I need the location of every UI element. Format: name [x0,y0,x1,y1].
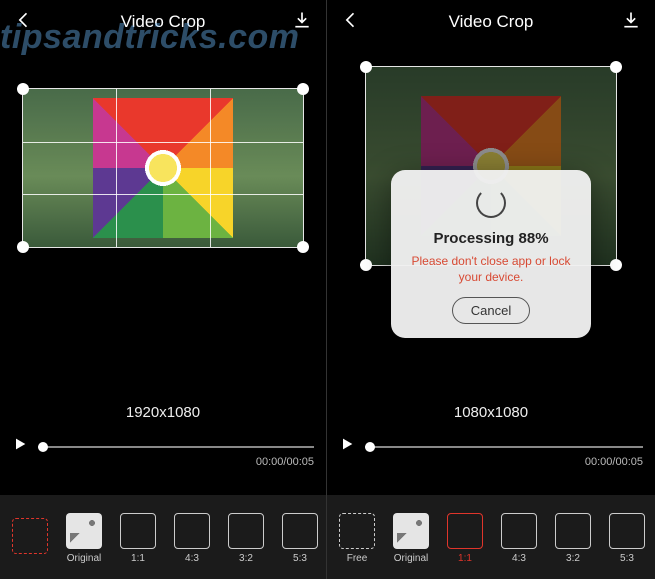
page-title: Video Crop [121,12,206,32]
aspect-label: 4:3 [512,553,526,564]
scrubber-track[interactable] [365,446,643,448]
modal-title: Processing 88% [405,230,577,247]
timeline [339,436,643,457]
play-button[interactable] [339,436,355,457]
aspect-option-5to3[interactable]: 5:3 [603,513,651,564]
aspect-box-icon [228,513,264,549]
aspect-box-icon [339,513,375,549]
aspect-box-icon [501,513,537,549]
crop-handle-tl[interactable] [360,61,372,73]
crop-box[interactable] [22,88,304,248]
aspect-box-icon [555,513,591,549]
crop-handle-bl[interactable] [360,259,372,271]
aspect-label: 1:1 [131,553,145,564]
output-dimensions: 1080x1080 [327,404,655,421]
aspect-box-icon [66,513,102,549]
crop-handle-bl[interactable] [17,241,29,253]
spinner-icon [476,188,506,218]
back-icon[interactable] [14,10,34,35]
back-icon[interactable] [341,10,361,35]
topbar: Video Crop [0,0,326,44]
aspect-box-icon [174,513,210,549]
crop-handle-br[interactable] [610,259,622,271]
aspect-label: Original [394,553,428,564]
screen-left: Video Crop 1920x1080 00:00/00:05 [0,0,327,579]
screenshot-pair: Video Crop 1920x1080 00:00/00:05 [0,0,655,579]
page-title: Video Crop [449,12,534,32]
video-frame [23,89,303,247]
modal-subtitle: Please don't close app or lock your devi… [405,253,577,285]
aspect-option-1to1[interactable]: 1:1 [441,513,489,564]
aspect-label: 4:3 [185,553,199,564]
aspect-label: 1:1 [458,553,472,564]
crop-handle-tr[interactable] [610,61,622,73]
processing-modal: Processing 88% Please don't close app or… [391,170,591,338]
play-button[interactable] [12,436,28,457]
aspect-label: 5:3 [620,553,634,564]
timecode: 00:00/00:05 [585,456,643,468]
crop-handle-tl[interactable] [17,83,29,95]
output-dimensions: 1920x1080 [0,404,326,421]
aspect-option-original[interactable]: Original [387,513,435,564]
screen-right: Video Crop Processing 88% Please don't c… [327,0,655,579]
scrubber-track[interactable] [38,446,314,448]
aspect-label: 5:3 [293,553,307,564]
crop-handle-tr[interactable] [297,83,309,95]
aspect-option-3to2[interactable]: 3:2 [222,513,270,564]
aspect-option-free[interactable]: Free [333,513,381,564]
aspect-label: Free [347,553,368,564]
aspect-box-icon [282,513,318,549]
crop-handle-br[interactable] [297,241,309,253]
crop-canvas[interactable] [0,60,326,360]
aspect-box-icon [447,513,483,549]
aspect-label: 3:2 [566,553,580,564]
aspect-option-4to3[interactable]: 4:3 [168,513,216,564]
export-icon[interactable] [621,10,641,35]
aspect-option-4to3[interactable]: 4:3 [495,513,543,564]
aspect-box-icon [12,518,48,554]
aspect-box-icon [609,513,645,549]
aspect-option-3to2[interactable]: 3:2 [549,513,597,564]
aspect-box-icon [393,513,429,549]
aspect-option-5to3[interactable]: 5:3 [276,513,324,564]
aspect-toolbar: Original 1:1 4:3 3:2 5:3 [0,495,326,579]
timecode: 00:00/00:05 [256,456,314,468]
topbar: Video Crop [327,0,655,44]
scrubber-knob[interactable] [38,442,48,452]
timeline [12,436,314,457]
aspect-label: 3:2 [239,553,253,564]
scrubber-knob[interactable] [365,442,375,452]
aspect-label: Original [67,553,101,564]
aspect-option-free[interactable] [6,518,54,558]
export-icon[interactable] [292,10,312,35]
aspect-option-1to1[interactable]: 1:1 [114,513,162,564]
aspect-box-icon [120,513,156,549]
aspect-option-original[interactable]: Original [60,513,108,564]
cancel-button[interactable]: Cancel [452,297,530,324]
aspect-toolbar: Free Original 1:1 4:3 3:2 5:3 [327,495,655,579]
